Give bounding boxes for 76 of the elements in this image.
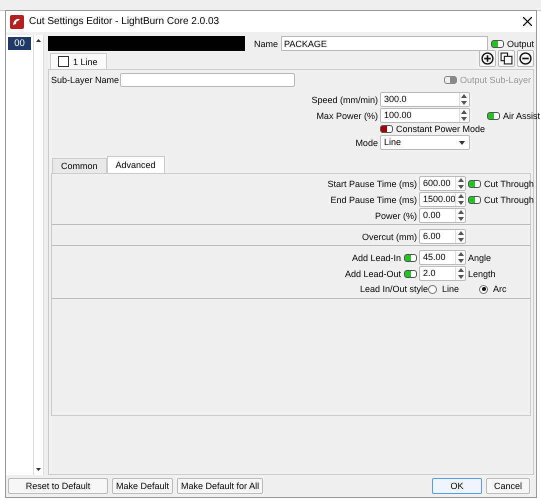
cancel-button[interactable]: Cancel [486, 478, 530, 494]
scroll-bar[interactable] [33, 35, 44, 475]
close-icon[interactable] [523, 17, 532, 26]
name-field[interactable]: PACKAGE [281, 36, 488, 51]
field-label: End Pause Time (ms) [330, 194, 417, 204]
up-arrow-icon[interactable] [461, 94, 468, 98]
output-label: Output [506, 38, 534, 48]
field-label: Start Pause Time (ms) [327, 178, 417, 188]
cut-through-label: Cut Through [484, 178, 534, 188]
down-arrow-icon[interactable] [461, 116, 468, 121]
toggle-switch[interactable] [490, 40, 504, 48]
copy-icon[interactable] [498, 50, 515, 67]
spin-box[interactable]: 1500.00 [419, 192, 466, 207]
up-arrow-icon[interactable] [458, 252, 464, 256]
up-arrow-icon[interactable] [458, 194, 464, 198]
footer-button[interactable]: Make Default [112, 478, 174, 494]
unit-label: Length [468, 268, 496, 278]
speed-label: Speed (mm/min) [310, 94, 378, 104]
toggle-switch[interactable] [487, 112, 500, 120]
toggle-switch[interactable] [468, 196, 481, 204]
down-arrow-icon[interactable] [461, 100, 468, 105]
spin-box[interactable]: 2.0 [419, 266, 466, 281]
toggle-switch[interactable] [404, 270, 417, 278]
field-label: Overcut (mm) [362, 232, 417, 242]
ok-button[interactable]: OK [432, 478, 482, 494]
output-sub-layer-label: Output Sub-Layer [460, 75, 531, 85]
field-label: Add Lead-In [352, 252, 401, 262]
toggle-switch[interactable] [380, 125, 393, 133]
radio-label: Arc [493, 284, 506, 294]
spin-box[interactable]: 6.00 [419, 229, 466, 244]
constant-power-mode-label: Constant Power Mode [396, 124, 485, 134]
up-arrow-icon[interactable] [458, 231, 464, 236]
name-label: Name [254, 38, 278, 48]
spin-box[interactable]: 600.00 [419, 176, 466, 191]
sub-layer-name-label: Sub-Layer Name [51, 75, 120, 85]
field-label: Add Lead-Out [344, 268, 401, 278]
max-power-label: Max Power (%) [315, 110, 378, 120]
spin-box[interactable]: 100.00 [380, 108, 470, 123]
layer-item[interactable]: 00 [8, 37, 31, 50]
up-arrow-icon[interactable] [458, 178, 464, 182]
caret-icon [458, 140, 465, 144]
footer-button[interactable]: Reset to Default [8, 478, 108, 494]
down-arrow-icon[interactable] [458, 258, 464, 263]
footer-button[interactable]: Make Default for All [177, 478, 264, 494]
remove-icon[interactable] [517, 50, 534, 67]
up-arrow-icon[interactable] [458, 210, 464, 214]
tab[interactable]: Advanced [106, 156, 165, 173]
down-arrow-icon[interactable] [458, 238, 464, 242]
down-arrow-icon[interactable] [458, 216, 464, 221]
tab[interactable]: Common [52, 158, 107, 173]
cut-through-label: Cut Through [484, 194, 534, 204]
mode-label: Mode [354, 138, 378, 148]
app-logo-icon [10, 14, 24, 28]
window-title: Cut Settings Editor - LightBurn Core 2.0.03 [29, 16, 220, 27]
radio-button[interactable] [428, 284, 437, 294]
sub-layer-name-field[interactable] [120, 73, 296, 87]
down-arrow-icon[interactable] [458, 200, 464, 205]
field-label: Power (%) [374, 210, 417, 220]
air-assist-label: Air Assist [503, 110, 540, 120]
spin-box[interactable]: 300.0 [380, 92, 470, 107]
sub-layer-tab[interactable]: 1 Line [50, 53, 107, 69]
spin-box[interactable]: 0.00 [419, 208, 466, 223]
toggle-switch[interactable] [404, 254, 417, 262]
radio-label: Line [442, 284, 460, 294]
radio-button[interactable] [479, 284, 488, 294]
add-icon[interactable] [479, 50, 496, 67]
up-arrow-icon[interactable] [461, 110, 468, 114]
toggle-switch[interactable] [468, 180, 481, 188]
down-arrow-icon[interactable] [458, 274, 464, 279]
checkbox[interactable] [58, 56, 69, 67]
unit-label: Angle [468, 252, 492, 262]
down-arrow-icon[interactable] [458, 184, 464, 189]
field-label: Lead In/Out style [360, 284, 428, 294]
up-arrow-icon[interactable] [458, 268, 464, 272]
spin-box[interactable]: 45.00 [419, 250, 466, 265]
mode-dropdown[interactable]: Line [380, 135, 470, 150]
